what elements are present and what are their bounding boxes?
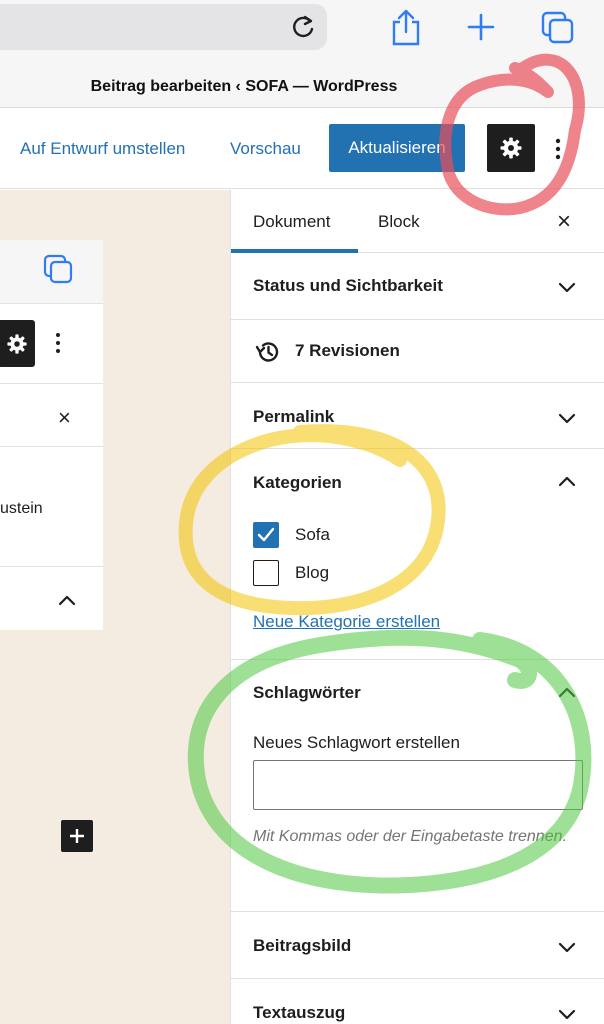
panel-title: Beitragsbild bbox=[253, 936, 352, 955]
settings-button bbox=[0, 320, 35, 367]
chevron-down-icon bbox=[558, 1009, 576, 1020]
reload-icon[interactable] bbox=[288, 12, 318, 42]
panel-revisions[interactable]: 7 Revisionen bbox=[231, 320, 604, 383]
panel-status-visibility[interactable]: Status und Sichtbarkeit bbox=[231, 253, 604, 320]
chevron-down-icon bbox=[558, 942, 576, 953]
address-bar[interactable] bbox=[0, 4, 327, 50]
share-icon[interactable] bbox=[390, 8, 422, 46]
add-new-category-link[interactable]: Neue Kategorie erstellen bbox=[253, 612, 440, 632]
gear-icon bbox=[6, 333, 27, 354]
tab-block[interactable]: Block bbox=[378, 212, 420, 232]
plus-icon bbox=[70, 829, 84, 843]
preview-link[interactable]: Vorschau bbox=[230, 139, 301, 159]
settings-sidebar: Dokument Block × Status und Sichtbarkeit… bbox=[230, 190, 604, 1024]
tag-input[interactable] bbox=[253, 760, 583, 810]
chevron-up-icon[interactable] bbox=[556, 471, 578, 493]
panel-permalink[interactable]: Permalink bbox=[231, 383, 604, 449]
panel-featured-image[interactable]: Beitragsbild bbox=[231, 912, 604, 979]
add-block-button[interactable] bbox=[61, 820, 93, 852]
checkmark-icon bbox=[257, 527, 275, 542]
panel-excerpt[interactable]: Textauszug bbox=[231, 979, 604, 1024]
tab-document[interactable]: Dokument bbox=[253, 212, 330, 232]
editor-header: Auf Entwurf umstellen Vorschau Aktualisi… bbox=[0, 109, 604, 189]
more-options-icon bbox=[56, 333, 60, 353]
tag-help-text: Mit Kommas oder der Eingabetaste trennen… bbox=[253, 828, 567, 845]
close-icon: × bbox=[58, 405, 71, 430]
panel-title[interactable]: Schlagwörter bbox=[253, 683, 361, 703]
chevron-down-icon bbox=[558, 413, 576, 424]
switch-to-draft-link[interactable]: Auf Entwurf umstellen bbox=[20, 139, 185, 159]
checkbox-label: Blog bbox=[295, 563, 330, 582]
checkbox-label: Sofa bbox=[295, 525, 330, 544]
panel-title: Textauszug bbox=[253, 1003, 346, 1022]
tag-input-label: Neues Schlagwort erstellen bbox=[253, 733, 460, 752]
panel-title: Permalink bbox=[253, 407, 335, 426]
category-sofa[interactable]: Sofa bbox=[253, 521, 330, 549]
chevron-down-icon bbox=[558, 282, 576, 293]
plus-icon[interactable] bbox=[466, 12, 496, 42]
history-icon bbox=[255, 342, 279, 362]
panel-title[interactable]: Kategorien bbox=[253, 473, 342, 493]
revisions-label: 7 Revisionen bbox=[295, 341, 400, 360]
editor-canvas: × ustein bbox=[0, 190, 230, 1024]
tabs-overview-icon[interactable] bbox=[540, 10, 576, 46]
checkbox[interactable] bbox=[253, 560, 279, 586]
category-blog[interactable]: Blog bbox=[253, 559, 329, 587]
chevron-up-icon[interactable] bbox=[556, 682, 578, 704]
tabs-overview-icon bbox=[43, 254, 73, 284]
close-icon[interactable]: × bbox=[557, 208, 571, 236]
settings-button[interactable] bbox=[487, 124, 535, 172]
page-title: Beitrag bearbeiten ‹ SOFA — WordPress bbox=[90, 78, 398, 95]
more-options-icon[interactable] bbox=[548, 134, 568, 164]
chevron-up-icon bbox=[58, 595, 76, 606]
gear-icon bbox=[500, 137, 522, 159]
inner-text-fragment: ustein bbox=[0, 500, 43, 517]
update-button[interactable]: Aktualisieren bbox=[329, 124, 465, 172]
browser-toolbar: Beitrag bearbeiten ‹ SOFA — WordPress bbox=[0, 0, 604, 108]
sidebar-tabs: Dokument Block × bbox=[231, 190, 604, 253]
panel-title: Status und Sichtbarkeit bbox=[253, 276, 443, 295]
inner-tabs-row bbox=[0, 384, 103, 447]
checkbox-checked[interactable] bbox=[253, 522, 279, 548]
embedded-editor-preview: × ustein bbox=[0, 240, 103, 630]
